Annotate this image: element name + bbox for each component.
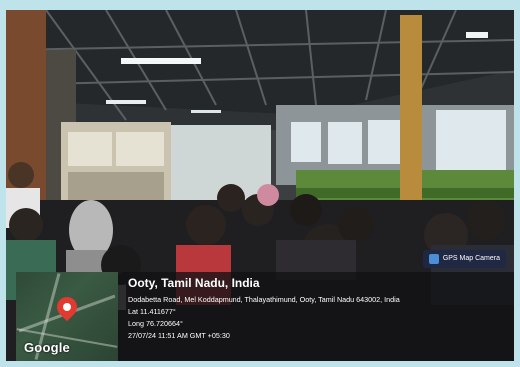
badge-label: GPS Map Camera xyxy=(442,255,500,262)
map-thumbnail: Google xyxy=(16,272,118,361)
location-title: Ooty, Tamil Nadu, India xyxy=(128,276,260,290)
gps-info-panel: GPS Map Camera Ooty, Tamil Nadu, India D… xyxy=(118,250,514,361)
gps-map-camera-badge: GPS Map Camera xyxy=(422,250,506,268)
location-address: Dodabetta Road, Mel Koddapmund, Thalayat… xyxy=(128,295,400,304)
camera-icon xyxy=(428,254,439,264)
latitude: Lat 11.411677° xyxy=(128,307,176,316)
longitude: Long 76.720664° xyxy=(128,319,183,328)
timestamp: 27/07/24 11:51 AM GMT +05:30 xyxy=(128,331,230,340)
google-logo: Google xyxy=(24,340,70,355)
photo-frame: Google GPS Map Camera Ooty, Tamil Nadu, … xyxy=(6,10,514,361)
